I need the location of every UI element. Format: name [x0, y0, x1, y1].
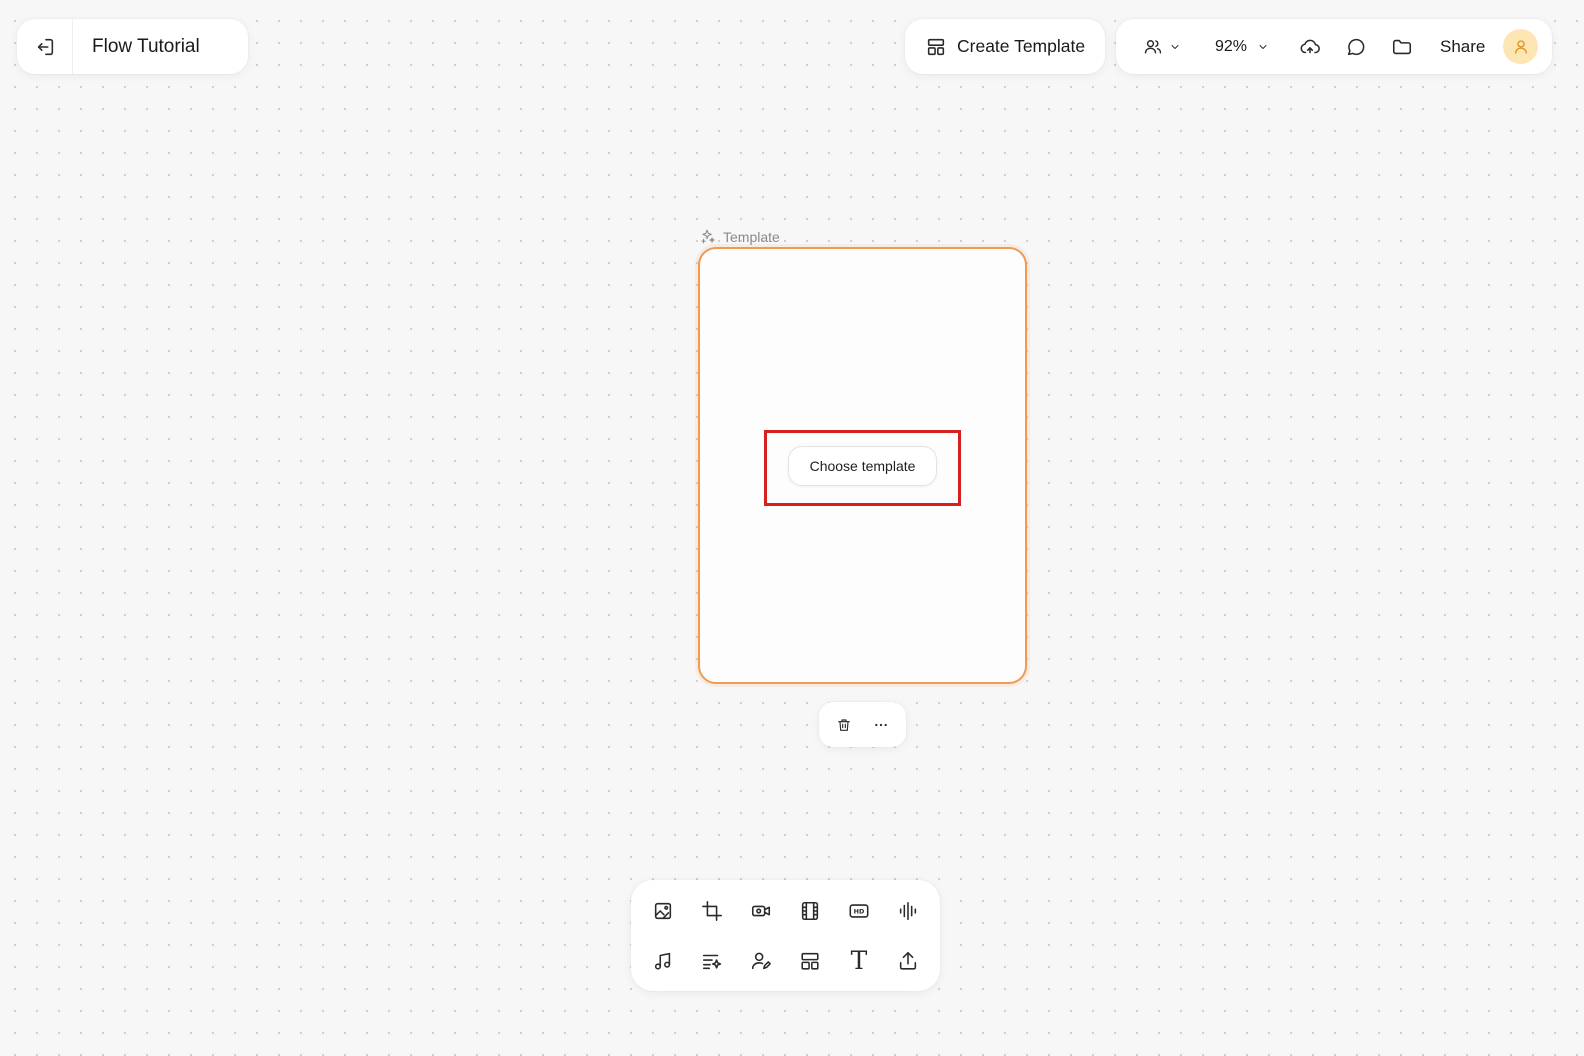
user-icon: [1514, 39, 1527, 54]
back-button[interactable]: [17, 19, 73, 74]
film-tool[interactable]: [786, 900, 835, 922]
create-template-label: Create Template: [957, 36, 1086, 56]
project-header: Flow Tutorial: [17, 19, 248, 74]
chevron-down-icon: [1259, 44, 1267, 49]
top-right-toolbar: 92% Share: [1116, 19, 1552, 74]
more-options-button[interactable]: [866, 707, 896, 743]
frame-label-text: Template: [723, 228, 780, 245]
audio-wave-tool[interactable]: [884, 900, 933, 922]
hd-tool[interactable]: HD: [835, 900, 884, 922]
text-tool[interactable]: T: [835, 948, 884, 973]
exit-icon: [37, 38, 53, 55]
video-camera-tool[interactable]: [737, 900, 786, 922]
zoom-level: 92%: [1214, 37, 1248, 55]
image-edit-tool[interactable]: [639, 900, 688, 922]
hd-icon: HD: [849, 903, 869, 918]
text-list-sparkle-icon: [702, 954, 722, 969]
project-title[interactable]: Flow Tutorial: [73, 36, 200, 58]
frame-label: Template: [700, 228, 780, 245]
upload-icon: [899, 951, 917, 970]
sparkle-icon: [701, 229, 715, 244]
crop-icon: [702, 900, 722, 921]
video-camera-icon: [751, 905, 771, 916]
template-layout-icon: [927, 38, 945, 55]
cloud-sync-button[interactable]: [1290, 29, 1330, 65]
chevron-down-icon: [1171, 44, 1179, 49]
choose-template-button[interactable]: Choose template: [788, 446, 937, 486]
folder-button[interactable]: [1382, 29, 1422, 65]
audio-wave-icon: [899, 901, 917, 920]
cloud-icon: [1300, 39, 1320, 53]
trash-icon: [837, 718, 850, 731]
text-icon: T: [850, 946, 868, 975]
svg-text:HD: HD: [854, 907, 865, 915]
share-button[interactable]: Share: [1440, 29, 1485, 65]
user-edit-tool[interactable]: [737, 950, 786, 972]
comment-icon: [1347, 38, 1365, 55]
zoom-dropdown[interactable]: 92%: [1206, 29, 1278, 65]
bottom-toolbar: HD T: [631, 880, 940, 991]
comments-button[interactable]: [1336, 29, 1376, 65]
layout-tool[interactable]: [786, 950, 835, 972]
user-edit-icon: [751, 952, 771, 969]
delete-button[interactable]: [829, 707, 859, 743]
image-edit-icon: [654, 902, 672, 919]
layout-icon: [801, 952, 819, 970]
film-icon: [801, 901, 819, 920]
music-tool[interactable]: [639, 950, 688, 972]
frame-actions-toolbar: [819, 702, 906, 747]
folder-icon: [1392, 39, 1412, 54]
text-list-sparkle-tool[interactable]: [688, 950, 737, 972]
collaborators-dropdown[interactable]: [1132, 29, 1192, 65]
users-icon: [1144, 39, 1162, 54]
avatar[interactable]: [1503, 29, 1538, 64]
crop-tool[interactable]: [688, 900, 737, 922]
music-note-icon: [654, 952, 671, 970]
create-template-button[interactable]: Create Template: [905, 19, 1105, 74]
upload-tool[interactable]: [884, 950, 933, 972]
more-icon: [875, 723, 888, 726]
